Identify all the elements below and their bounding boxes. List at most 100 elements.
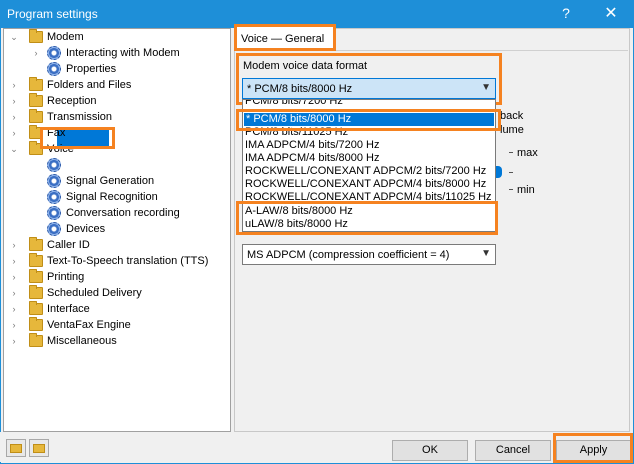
tree-item-miscellaneous[interactable]: › Miscellaneous bbox=[0, 333, 230, 349]
tree-item-label: Text-To-Speech translation (TTS) bbox=[47, 255, 209, 267]
format-highlight-frame bbox=[236, 53, 502, 105]
tree-item-interface[interactable]: › Interface bbox=[0, 301, 230, 317]
tree-item-general[interactable]: General bbox=[0, 157, 230, 173]
tree-item-scheduled-delivery[interactable]: › Scheduled Delivery bbox=[0, 285, 230, 301]
format-option[interactable]: PCM/8 bits/7200 Hz bbox=[245, 100, 343, 108]
tree-item-label: Interface bbox=[47, 303, 90, 315]
section-title: Voice — General bbox=[241, 33, 325, 45]
volume-tick-mid bbox=[509, 172, 513, 173]
chevron-right-icon[interactable]: › bbox=[9, 77, 19, 93]
tree-item-label: Interacting with Modem bbox=[66, 47, 180, 59]
volume-label-partial: lume bbox=[500, 124, 524, 136]
format-option[interactable]: ROCKWELL/CONEXANT ADPCM/4 bits/8000 Hz bbox=[245, 178, 486, 191]
volume-tick-max bbox=[509, 152, 513, 153]
playback-label-partial: back bbox=[500, 110, 524, 122]
gear-icon bbox=[47, 190, 61, 204]
tree-item-label: General bbox=[66, 159, 106, 171]
folder-icon bbox=[29, 317, 43, 331]
gear-icon bbox=[47, 46, 61, 60]
compression-combobox[interactable]: MS ADPCM (compression coefficient = 4) ▼ bbox=[242, 244, 496, 265]
volume-min-label: min bbox=[517, 184, 535, 196]
chevron-right-icon[interactable]: › bbox=[9, 253, 19, 269]
tree-item-folders-and-files[interactable]: › Folders and Files bbox=[0, 77, 230, 93]
chevron-right-icon[interactable]: › bbox=[9, 237, 19, 253]
tree-item-label: Miscellaneous bbox=[47, 335, 117, 347]
folder-icon bbox=[29, 301, 43, 315]
folder-icon bbox=[29, 253, 43, 267]
folder-icon bbox=[29, 237, 43, 251]
format-option[interactable]: IMA ADPCM/4 bits/7200 Hz bbox=[245, 139, 380, 152]
ok-button[interactable]: OK bbox=[392, 440, 468, 461]
volume-max-label: max bbox=[517, 147, 538, 159]
folder-open-icon bbox=[33, 444, 45, 453]
tree-item-label: Scheduled Delivery bbox=[47, 287, 142, 299]
tree-item-modem[interactable]: ⌄ Modem bbox=[0, 29, 230, 45]
format-option[interactable]: IMA ADPCM/4 bits/8000 Hz bbox=[245, 152, 380, 165]
chevron-right-icon[interactable]: › bbox=[9, 317, 19, 333]
chevron-right-icon[interactable]: › bbox=[9, 285, 19, 301]
tree-item-transmission[interactable]: › Transmission bbox=[0, 109, 230, 125]
tree-item-label: Printing bbox=[47, 271, 85, 283]
tree-item-label: Signal Generation bbox=[66, 175, 155, 187]
close-icon[interactable]: ✕ bbox=[597, 3, 625, 25]
tree-item-printing[interactable]: › Printing bbox=[0, 269, 230, 285]
chevron-right-icon[interactable]: › bbox=[9, 269, 19, 285]
tree-item-conversation-recording[interactable]: Conversation recording bbox=[0, 205, 230, 221]
help-icon[interactable]: ? bbox=[554, 5, 578, 23]
tree-item-signal-generation[interactable]: Signal Generation bbox=[0, 173, 230, 189]
gear-icon bbox=[47, 222, 61, 236]
tree-item-reception[interactable]: › Reception bbox=[0, 93, 230, 109]
selected-option-highlight-frame bbox=[236, 109, 501, 131]
tree-item-label: Caller ID bbox=[47, 239, 90, 251]
tree-item-label: Transmission bbox=[47, 111, 112, 123]
chevron-right-icon[interactable]: › bbox=[9, 125, 19, 141]
gear-icon bbox=[47, 62, 61, 76]
tree-item-label: Reception bbox=[47, 95, 97, 107]
tree-item-label: VentaFax Engine bbox=[47, 319, 131, 331]
cancel-button[interactable]: Cancel bbox=[475, 440, 551, 461]
tree-item-signal-recognition[interactable]: Signal Recognition bbox=[0, 189, 230, 205]
chevron-right-icon[interactable]: › bbox=[9, 333, 19, 349]
folder-icon bbox=[29, 93, 43, 107]
volume-tick-min bbox=[509, 189, 513, 190]
window-title: Program settings bbox=[7, 7, 98, 21]
chevron-right-icon[interactable]: › bbox=[9, 109, 19, 125]
tree-item-voice[interactable]: ⌄ Voice bbox=[0, 141, 230, 157]
gear-icon bbox=[47, 174, 61, 188]
tree-item-label: Folders and Files bbox=[47, 79, 132, 91]
compression-value: MS ADPCM (compression coefficient = 4) bbox=[247, 249, 450, 261]
chevron-down-icon[interactable]: ⌄ bbox=[9, 141, 19, 157]
folder-icon bbox=[10, 444, 22, 453]
chevron-down-icon[interactable]: ▼ bbox=[481, 248, 491, 259]
tree-item-devices[interactable]: Devices bbox=[0, 221, 230, 237]
section-title-frame: Voice — General bbox=[234, 24, 336, 51]
folder-icon bbox=[29, 269, 43, 283]
folder-icon bbox=[29, 333, 43, 347]
law-options-highlight-frame bbox=[236, 201, 498, 235]
tree-item-label: Devices bbox=[66, 223, 106, 235]
tree-item-label: Signal Recognition bbox=[66, 191, 158, 203]
open-folder-button[interactable] bbox=[29, 439, 49, 457]
tree-item-label: Modem bbox=[47, 31, 84, 43]
general-highlight-frame bbox=[40, 127, 115, 149]
tree-item-properties[interactable]: Properties bbox=[0, 61, 230, 77]
tree-item-label: Conversation recording bbox=[66, 207, 180, 219]
gear-icon bbox=[47, 158, 61, 172]
tree-item-ventafax-engine[interactable]: › VentaFax Engine bbox=[0, 317, 230, 333]
apply-highlight-frame bbox=[553, 433, 633, 463]
format-option[interactable]: ROCKWELL/CONEXANT ADPCM/2 bits/7200 Hz bbox=[245, 165, 486, 178]
chevron-right-icon[interactable]: › bbox=[31, 45, 41, 61]
chevron-right-icon[interactable]: › bbox=[9, 301, 19, 317]
folder-icon bbox=[29, 77, 43, 91]
tree-item-fax[interactable]: › Fax bbox=[0, 125, 230, 141]
folder-icon bbox=[29, 109, 43, 123]
chevron-right-icon[interactable]: › bbox=[9, 93, 19, 109]
chevron-down-icon[interactable]: ⌄ bbox=[9, 29, 19, 45]
tree-item-text-to-speech-translation-tts[interactable]: › Text-To-Speech translation (TTS) bbox=[0, 253, 230, 269]
tree-item-interacting-with-modem[interactable]: › Interacting with Modem bbox=[0, 45, 230, 61]
folder-icon bbox=[29, 285, 43, 299]
folder-icon bbox=[29, 29, 43, 43]
gear-icon bbox=[47, 206, 61, 220]
new-folder-button[interactable] bbox=[6, 439, 26, 457]
tree-item-caller-id[interactable]: › Caller ID bbox=[0, 237, 230, 253]
